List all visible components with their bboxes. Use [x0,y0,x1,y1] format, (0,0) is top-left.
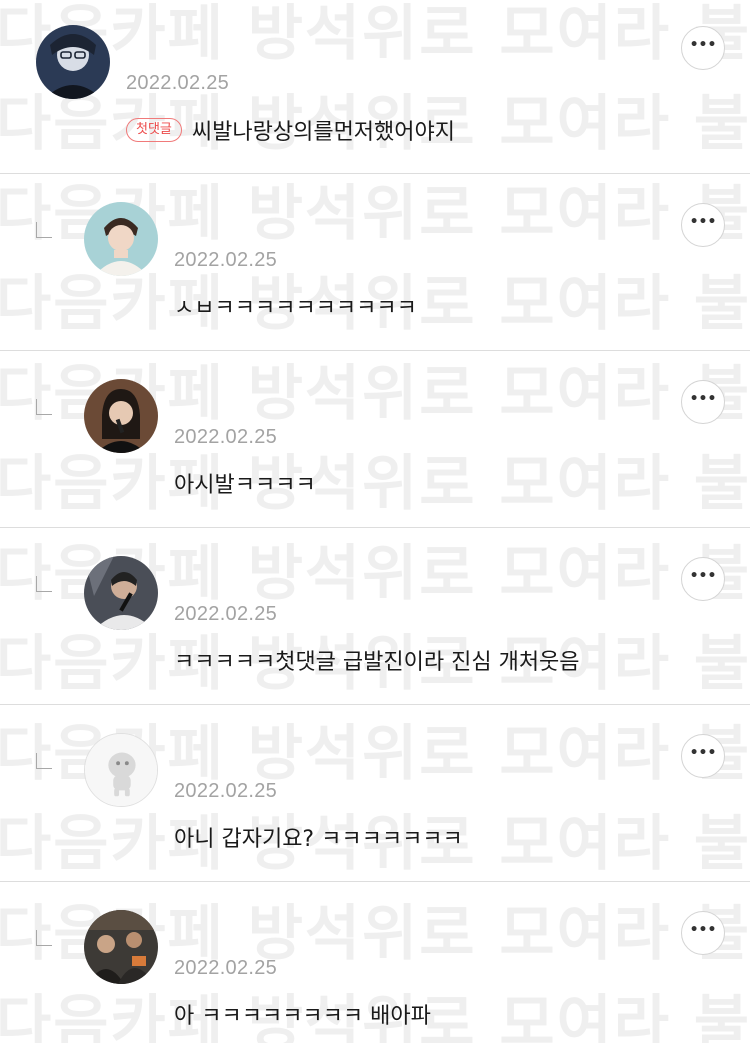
comment-date: 2022.02.25 [126,72,230,94]
more-options-button[interactable]: ••• [681,734,725,778]
reply-indicator-icon [36,576,52,592]
comment-text: 씨발나랑상의를먼저했어야지 [191,120,456,145]
reply-item: 2022.02.25 아니 갑자기요? ㅋㅋㅋㅋㅋㅋㅋ ••• [0,705,750,882]
comment-body: ㅋㅋㅋㅋㅋ첫댓글 급발진이라 진심 개처웃음 [174,644,580,676]
avatar-man-glasses-illustration-icon [36,25,110,99]
reply-indicator-icon [36,930,52,946]
more-options-button[interactable]: ••• [681,203,725,247]
comment-date: 2022.02.25 [174,426,278,448]
reply-item: 2022.02.25 ㅋㅋㅋㅋㅋ첫댓글 급발진이라 진심 개처웃음 ••• [0,528,750,705]
reply-item: 2022.02.25 아시발ㅋㅋㅋㅋ ••• [0,351,750,528]
more-options-button[interactable]: ••• [681,911,725,955]
avatar[interactable] [84,733,158,807]
reply-indicator-icon [36,753,52,769]
first-comment-badge: 첫댓글 [126,118,182,142]
avatar[interactable] [84,202,158,276]
avatar-singer-stage-icon [84,556,158,630]
comment-body: 아니 갑자기요? ㅋㅋㅋㅋㅋㅋㅋ [174,821,463,853]
comment-item: 2022.02.25 첫댓글 씨발나랑상의를먼저했어야지 ••• [0,0,750,174]
more-dots-icon: ••• [689,922,717,938]
avatar[interactable] [84,379,158,453]
avatar-group-photo-icon [84,910,158,984]
comment-date: 2022.02.25 [174,957,278,979]
comment-text: ㅅㅂㅋㅋㅋㅋㅋㅋㅋㅋㅋㅋ [174,296,417,321]
more-options-button[interactable]: ••• [681,380,725,424]
avatar[interactable] [36,25,110,99]
comment-text: 아 ㅋㅋㅋㅋㅋㅋㅋㅋ 배아파 [174,1004,431,1029]
comment-text: 아니 갑자기요? ㅋㅋㅋㅋㅋㅋㅋ [174,827,463,852]
comment-date: 2022.02.25 [174,249,278,271]
more-options-button[interactable]: ••• [681,26,725,70]
more-dots-icon: ••• [689,37,717,53]
more-dots-icon: ••• [689,745,717,761]
avatar[interactable] [84,910,158,984]
comment-body: 아 ㅋㅋㅋㅋㅋㅋㅋㅋ 배아파 [174,998,431,1030]
reply-indicator-icon [36,399,52,415]
avatar[interactable] [84,556,158,630]
comment-body: 첫댓글 씨발나랑상의를먼저했어야지 [126,114,455,146]
comment-body: ㅅㅂㅋㅋㅋㅋㅋㅋㅋㅋㅋㅋ [174,290,417,322]
avatar-man-white-sweater-icon [84,202,158,276]
avatar-default-character-icon [85,734,157,806]
comment-text: 아시발ㅋㅋㅋㅋ [174,473,316,498]
comment-date: 2022.02.25 [174,780,278,802]
comment-text: ㅋㅋㅋㅋㅋ첫댓글 급발진이라 진심 개처웃음 [174,650,580,675]
more-dots-icon: ••• [689,214,717,230]
comment-body: 아시발ㅋㅋㅋㅋ [174,467,316,499]
more-dots-icon: ••• [689,391,717,407]
more-dots-icon: ••• [689,568,717,584]
reply-indicator-icon [36,222,52,238]
avatar-woman-microphone-icon [84,379,158,453]
reply-item: 2022.02.25 아 ㅋㅋㅋㅋㅋㅋㅋㅋ 배아파 ••• [0,882,750,1043]
comment-date: 2022.02.25 [174,603,278,625]
more-options-button[interactable]: ••• [681,557,725,601]
reply-item: 2022.02.25 ㅅㅂㅋㅋㅋㅋㅋㅋㅋㅋㅋㅋ ••• [0,174,750,351]
